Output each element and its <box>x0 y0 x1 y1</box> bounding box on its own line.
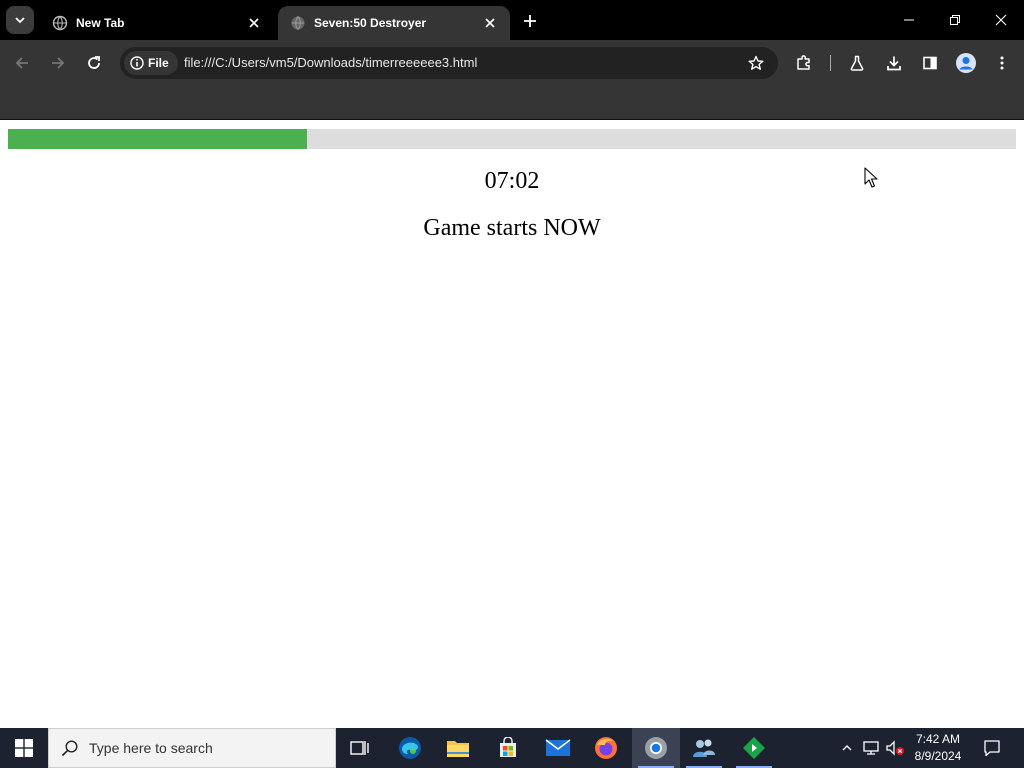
restore-button[interactable] <box>932 0 978 40</box>
taskbar-app-edge[interactable] <box>386 728 434 768</box>
close-tab-icon[interactable] <box>482 15 498 31</box>
extensions-button[interactable] <box>790 49 818 77</box>
page-viewport: 07:02 Game starts NOW <box>0 121 1024 728</box>
show-hidden-icons-button[interactable] <box>836 728 858 768</box>
bookmarks-bar <box>0 86 1024 120</box>
side-panel-icon <box>923 56 937 70</box>
firefox-icon <box>595 737 617 759</box>
volume-button[interactable] <box>884 728 906 768</box>
url-text[interactable]: file:///C:/Users/vm5/Downloads/timerreee… <box>184 55 477 70</box>
back-button[interactable] <box>8 49 36 77</box>
close-tab-icon[interactable] <box>246 15 262 31</box>
globe-icon <box>291 16 305 30</box>
windows-logo-icon <box>15 739 33 757</box>
tab-search-button[interactable] <box>6 6 34 34</box>
info-icon <box>130 56 144 70</box>
profile-button[interactable] <box>952 49 980 77</box>
status-message: Game starts NOW <box>423 215 601 241</box>
browser-menu-button[interactable] <box>988 49 1016 77</box>
tab-title: Seven:50 Destroyer <box>314 16 427 30</box>
store-icon <box>500 737 516 757</box>
taskbar: Type here to search 7:42 AM 8/9/2024 <box>0 728 1024 768</box>
forward-button[interactable] <box>44 49 72 77</box>
restore-icon <box>950 15 960 25</box>
taskbar-app-mail[interactable] <box>534 728 582 768</box>
minimize-button[interactable] <box>886 0 932 40</box>
chevron-down-icon <box>15 17 25 24</box>
avatar-icon <box>956 53 976 73</box>
taskbar-app-firefox[interactable] <box>582 728 630 768</box>
edge-icon <box>399 737 421 759</box>
mail-icon <box>545 739 571 756</box>
arrow-left-icon <box>15 57 28 69</box>
puzzle-icon <box>797 55 810 70</box>
site-info-chip[interactable]: File <box>124 51 178 75</box>
taskbar-app-file-explorer[interactable] <box>434 728 482 768</box>
network-icon <box>863 741 879 755</box>
notifications-button[interactable] <box>978 728 1006 768</box>
more-vertical-icon <box>1000 56 1004 70</box>
tab-title: New Tab <box>76 16 125 30</box>
new-tab-button[interactable] <box>518 10 542 32</box>
taskbar-app-green[interactable] <box>730 728 778 768</box>
toolbar-divider <box>830 55 831 71</box>
green-app-icon <box>743 737 765 759</box>
taskbar-search-box[interactable]: Type here to search <box>48 728 336 768</box>
search-icon <box>61 740 78 757</box>
arrow-right-icon <box>52 57 65 69</box>
bookmark-star-button[interactable] <box>746 53 766 73</box>
mouse-cursor-icon <box>864 167 878 188</box>
minimize-icon <box>904 19 914 21</box>
taskbar-app-people[interactable] <box>680 728 728 768</box>
progress-bar-fill <box>8 129 308 149</box>
clock-date: 8/9/2024 <box>914 749 962 763</box>
search-placeholder: Type here to search <box>89 740 213 756</box>
tab-strip: New Tab Seven:50 Destroyer <box>0 0 1024 40</box>
reload-button[interactable] <box>80 49 108 77</box>
star-icon <box>748 55 764 70</box>
close-icon <box>995 14 1007 26</box>
side-panel-button[interactable] <box>916 49 944 77</box>
browser-toolbar: File file:///C:/Users/vm5/Downloads/time… <box>0 40 1024 86</box>
plus-icon <box>524 15 536 27</box>
notification-icon <box>984 740 1000 757</box>
close-window-button[interactable] <box>978 0 1024 40</box>
chevron-up-icon <box>842 745 852 751</box>
download-icon <box>887 56 901 71</box>
network-button[interactable] <box>860 728 882 768</box>
clock-time: 7:42 AM <box>915 732 961 746</box>
task-view-icon <box>350 741 369 755</box>
site-chip-label: File <box>148 56 169 70</box>
start-button[interactable] <box>0 728 48 768</box>
tab-seven50-destroyer[interactable]: Seven:50 Destroyer <box>278 6 510 40</box>
reload-icon <box>88 56 100 69</box>
tab-new-tab[interactable]: New Tab <box>40 6 274 40</box>
address-bar[interactable]: File file:///C:/Users/vm5/Downloads/time… <box>120 47 778 79</box>
flask-icon <box>850 55 864 71</box>
downloads-button[interactable] <box>880 49 908 77</box>
progress-bar <box>8 129 1016 149</box>
globe-icon <box>52 15 68 31</box>
taskbar-app-store[interactable] <box>484 728 532 768</box>
people-icon <box>693 739 715 757</box>
folder-icon <box>447 741 469 757</box>
taskbar-app-chrome[interactable] <box>632 728 680 768</box>
task-view-button[interactable] <box>336 728 384 768</box>
volume-muted-icon <box>886 740 904 756</box>
system-clock[interactable]: 7:42 AM 8/9/2024 <box>906 731 970 765</box>
labs-button[interactable] <box>843 49 871 77</box>
chrome-icon <box>645 737 667 759</box>
